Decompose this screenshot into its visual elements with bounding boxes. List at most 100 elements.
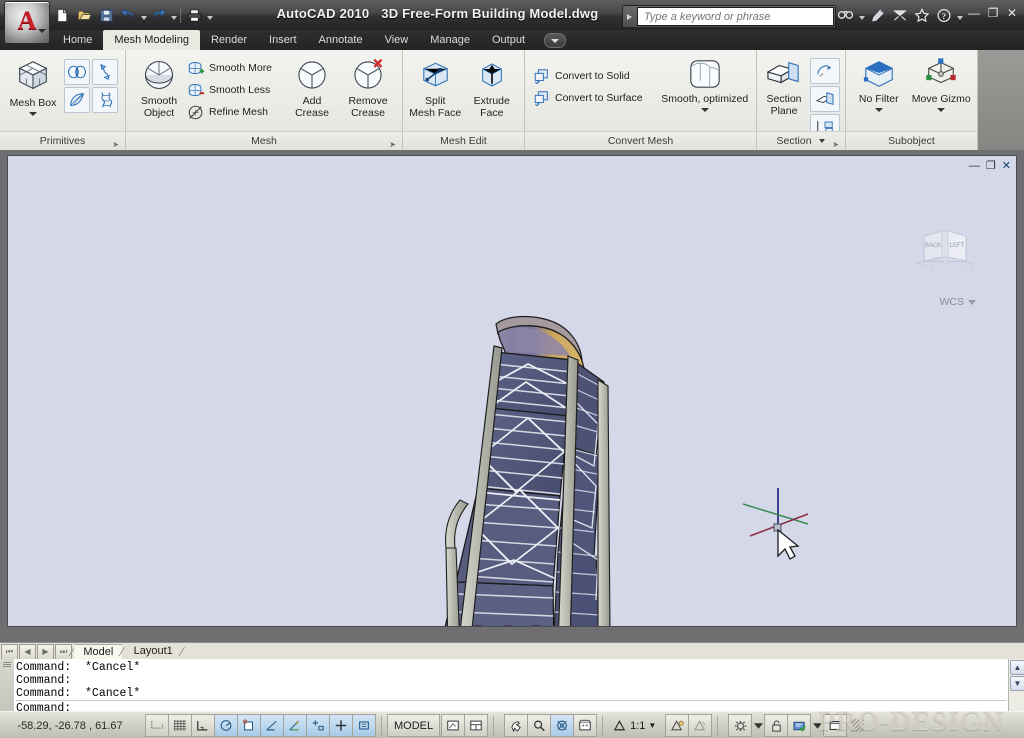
search-input[interactable]: [642, 10, 833, 24]
viewport-minimize-icon[interactable]: —: [969, 160, 980, 172]
zoom-icon[interactable]: [527, 714, 551, 737]
plot-icon[interactable]: [184, 5, 205, 26]
panel-label-subobject[interactable]: Subobject: [846, 131, 977, 150]
ucs-selector[interactable]: WCS: [940, 296, 977, 308]
ucs-dropdown-icon[interactable]: [968, 300, 976, 305]
save-icon[interactable]: [96, 5, 117, 26]
annotation-visibility-icon[interactable]: [665, 714, 689, 737]
application-menu-button[interactable]: A: [4, 1, 50, 44]
panel-label-primitives[interactable]: Primitives ➤: [0, 131, 125, 150]
infer-constraints-toggle[interactable]: !: [145, 714, 169, 737]
snap-mode-toggle[interactable]: [168, 714, 192, 737]
tab-insert[interactable]: Insert: [258, 30, 308, 50]
panel-label-section[interactable]: Section ➤: [757, 131, 845, 150]
mesh-smooth-object-icon[interactable]: [64, 59, 90, 85]
annotation-scale-button[interactable]: 1:1 ▼: [608, 715, 660, 736]
new-icon[interactable]: [52, 5, 73, 26]
tab-render[interactable]: Render: [200, 30, 258, 50]
toolbar-lock-icon[interactable]: [764, 714, 788, 737]
layout-tab-layout1[interactable]: Layout1: [125, 644, 182, 659]
no-filter-button[interactable]: No Filter: [851, 53, 907, 112]
mesh-revolved-surface-icon[interactable]: [92, 59, 118, 85]
tray-caret-icon[interactable]: [810, 715, 824, 736]
subscription-center-icon[interactable]: [890, 5, 909, 25]
refine-mesh-button[interactable]: Refine Mesh: [187, 101, 276, 123]
mesh-box-dropdown-icon[interactable]: [29, 112, 37, 116]
clean-screen-icon[interactable]: [823, 714, 847, 737]
ortho-mode-toggle[interactable]: [214, 714, 238, 737]
convert-to-solid-button[interactable]: Convert to Solid: [533, 65, 647, 87]
mesh-ruled-surface-icon[interactable]: [92, 87, 118, 113]
infocenter-search-icon[interactable]: [836, 5, 855, 25]
search-box[interactable]: [637, 7, 834, 26]
no-filter-dropdown-icon[interactable]: [875, 108, 883, 112]
object-snap-tracking-toggle[interactable]: [306, 714, 330, 737]
pan-icon[interactable]: [504, 714, 528, 737]
panel-label-convert-mesh[interactable]: Convert Mesh: [525, 131, 756, 150]
layout-tab-model[interactable]: Model: [74, 644, 122, 660]
redo-icon[interactable]: [148, 5, 169, 26]
panel-label-mesh-edit[interactable]: Mesh Edit: [403, 131, 524, 150]
tab-home[interactable]: Home: [52, 30, 103, 50]
allow-ucs-toggle[interactable]: [329, 714, 353, 737]
auto-scale-icon[interactable]: [688, 714, 712, 737]
prev-tab-button[interactable]: ◀: [19, 644, 36, 660]
qat-dropdown-icon[interactable]: [207, 16, 213, 20]
smooth-object-button[interactable]: Smooth Object: [131, 53, 187, 119]
workspace-caret-icon[interactable]: [751, 715, 765, 736]
ucs-axis-gizmo[interactable]: [743, 488, 808, 536]
ribbon-minimize-caret-icon[interactable]: [544, 33, 566, 48]
model-viewport[interactable]: — ❐ ✕ BACK LEFT WCS: [7, 155, 1017, 627]
smooth-optimized-button[interactable]: Smooth, optimized: [659, 53, 751, 112]
viewport-close-icon[interactable]: ✕: [1002, 159, 1011, 172]
polar-tracking-toggle[interactable]: [237, 714, 261, 737]
minimize-button[interactable]: —: [967, 6, 981, 19]
annotation-scale-caret-icon[interactable]: ▼: [648, 721, 656, 730]
panel-label-mesh[interactable]: Mesh ➤: [126, 131, 402, 150]
infocenter-caret-icon[interactable]: [859, 16, 865, 20]
close-button[interactable]: ✕: [1005, 6, 1019, 19]
smooth-more-button[interactable]: Smooth More: [187, 57, 276, 79]
workspace-switching-icon[interactable]: [728, 714, 752, 737]
hardware-acceleration-icon[interactable]: [787, 714, 811, 737]
showmotion-icon[interactable]: [573, 714, 597, 737]
tab-view[interactable]: View: [374, 30, 420, 50]
split-mesh-face-button[interactable]: Split Mesh Face: [408, 53, 463, 119]
undo-icon[interactable]: [118, 5, 139, 26]
viewcube[interactable]: BACK LEFT: [910, 214, 980, 284]
viewport-restore-icon[interactable]: ❐: [986, 159, 996, 172]
extrude-face-button[interactable]: Extrude Face: [465, 53, 520, 119]
remove-crease-button[interactable]: Remove Crease: [340, 53, 396, 119]
command-line-grip[interactable]: [0, 659, 14, 711]
object-snap-toggle[interactable]: [260, 714, 284, 737]
steering-wheel-icon[interactable]: [550, 714, 574, 737]
undo-dropdown-caret-icon[interactable]: [141, 16, 147, 20]
help-caret-icon[interactable]: [957, 16, 963, 20]
next-tab-button[interactable]: ▶: [37, 644, 54, 660]
live-section-icon[interactable]: [810, 86, 840, 112]
mesh-edge-surface-icon[interactable]: [64, 87, 90, 113]
section-panel-dropdown-icon[interactable]: [819, 139, 825, 143]
open-icon[interactable]: [74, 5, 95, 26]
maximize-button[interactable]: ❐: [986, 6, 1000, 19]
tab-manage[interactable]: Manage: [419, 30, 481, 50]
add-jog-to-section-icon[interactable]: [810, 58, 840, 84]
move-gizmo-button[interactable]: Move Gizmo: [911, 53, 972, 112]
favorites-star-icon[interactable]: [912, 5, 931, 25]
tab-mesh-modeling[interactable]: Mesh Modeling: [103, 30, 200, 50]
tab-output[interactable]: Output: [481, 30, 536, 50]
model-paper-space-button[interactable]: MODEL: [387, 714, 440, 737]
grid-display-toggle[interactable]: [191, 714, 215, 737]
dynamic-input-toggle[interactable]: [352, 714, 376, 737]
coordinate-display[interactable]: -58.29, -26.78 , 61.67: [0, 720, 140, 732]
tab-annotate[interactable]: Annotate: [308, 30, 374, 50]
convert-to-surface-button[interactable]: Convert to Surface: [533, 87, 647, 109]
command-history[interactable]: Command: *Cancel* Command: Command: *Can…: [16, 659, 1006, 713]
redo-dropdown-caret-icon[interactable]: [171, 16, 177, 20]
command-scroll-down-button[interactable]: ▼: [1010, 676, 1024, 691]
communication-center-icon[interactable]: [868, 5, 887, 25]
quick-view-drawings-icon[interactable]: [464, 714, 488, 737]
smooth-optimized-dropdown-icon[interactable]: [701, 108, 709, 112]
quick-view-layouts-icon[interactable]: [441, 714, 465, 737]
status-bar-resize-grip[interactable]: [851, 719, 864, 732]
